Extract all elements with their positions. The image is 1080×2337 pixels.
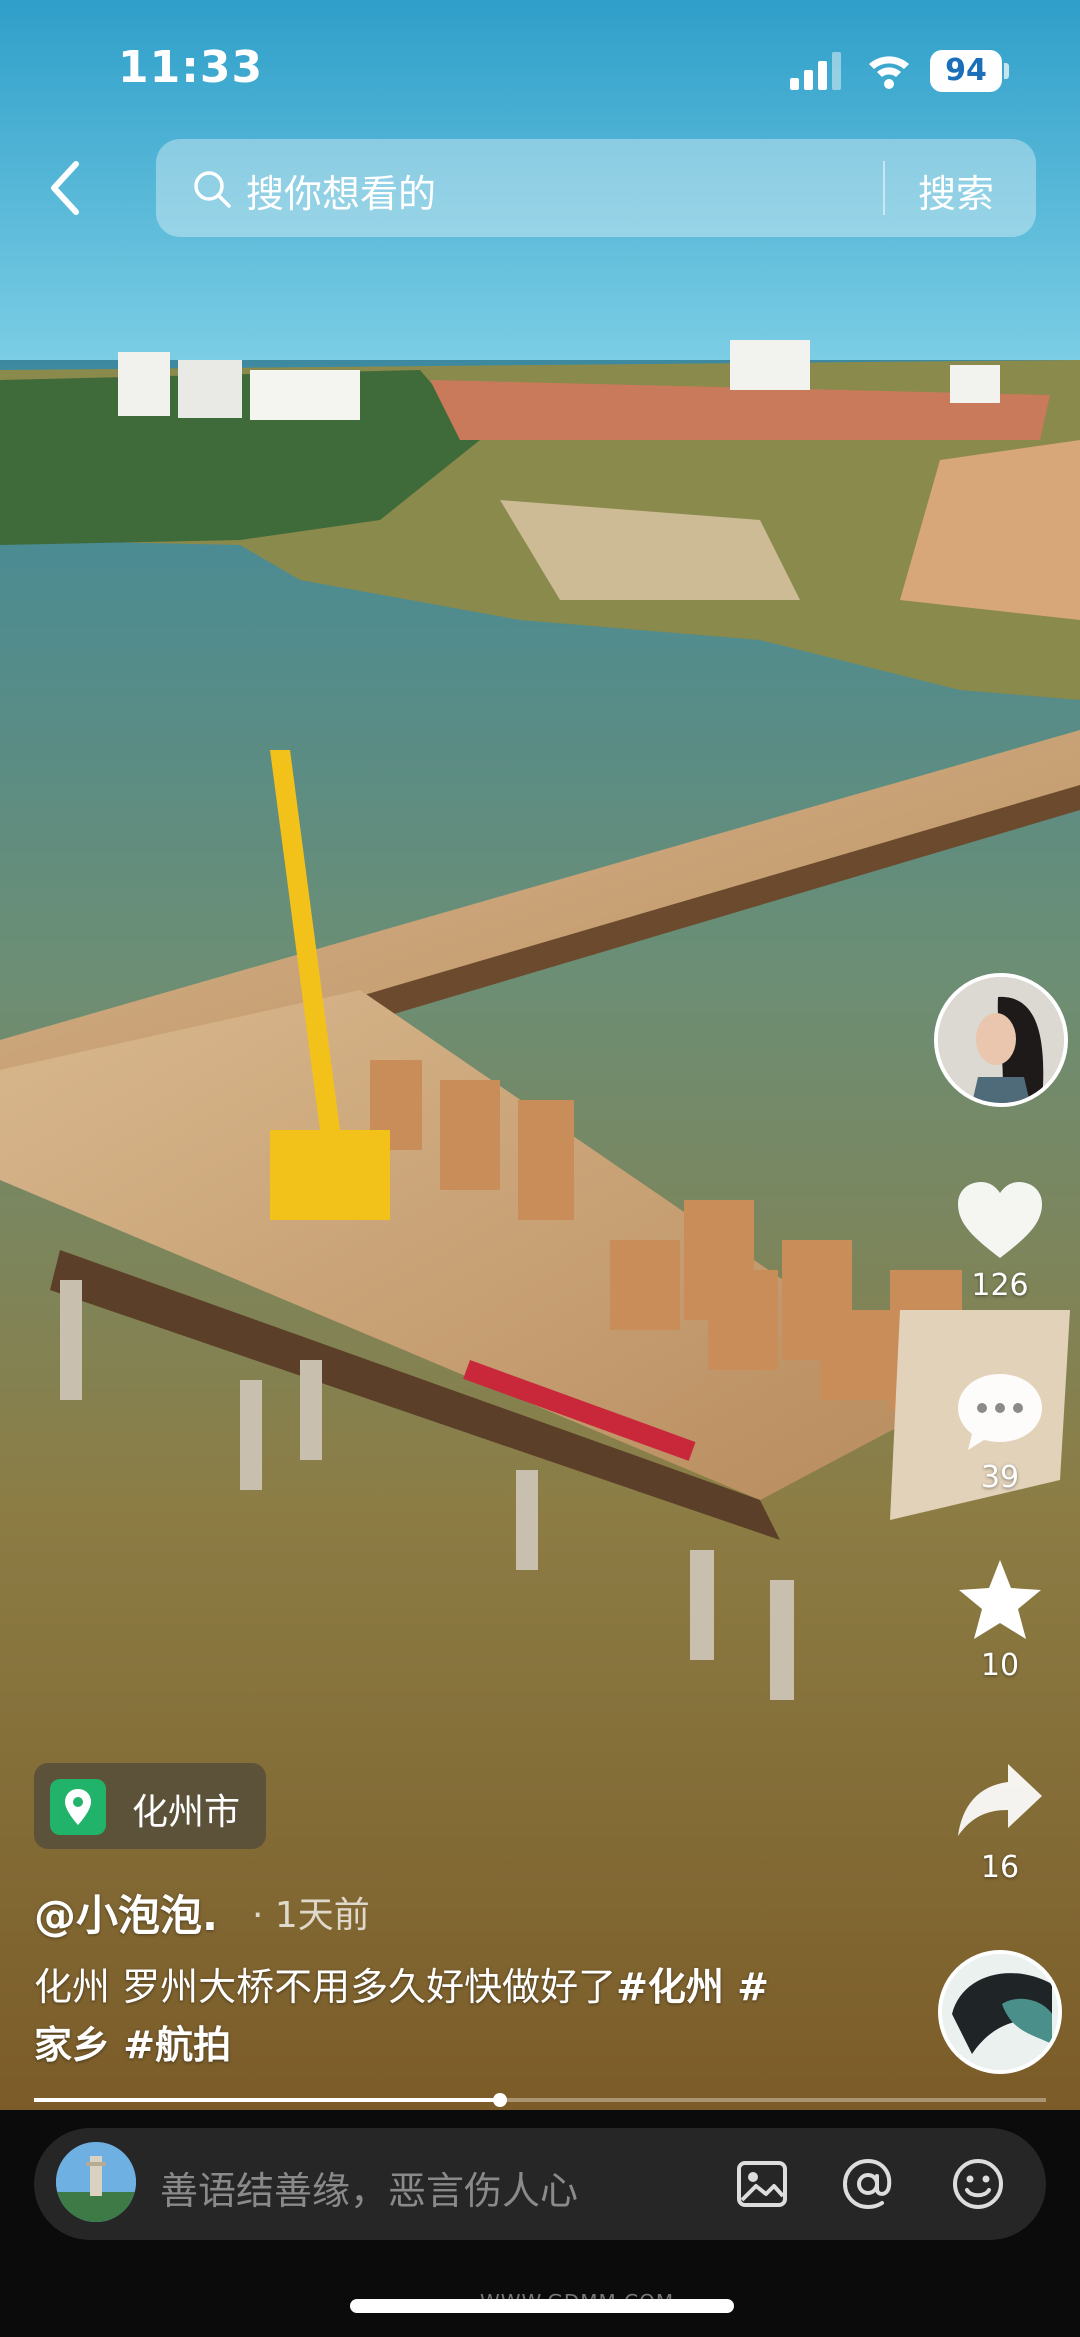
share-button[interactable]: 16 (940, 1760, 1060, 1885)
search-input[interactable]: 搜你想看的 (246, 163, 436, 218)
status-bar: 11:33 94 (0, 0, 1080, 140)
battery-tip (1004, 63, 1009, 79)
search-bar[interactable]: 搜你想看的 搜索 (156, 139, 1036, 237)
avatar-image (938, 977, 1064, 1103)
status-time: 11:33 (118, 42, 264, 93)
image-icon[interactable] (734, 2156, 790, 2212)
like-count: 126 (971, 1268, 1029, 1303)
hashtag[interactable]: #化州 # (616, 1965, 769, 2009)
favorite-button[interactable]: 10 (940, 1558, 1060, 1683)
emoji-icon[interactable] (950, 2156, 1006, 2212)
author-name[interactable]: @小泡泡. (34, 1882, 218, 1943)
location-pin-icon (50, 1779, 106, 1835)
caption-text: 化州 罗州大桥不用多久好快做好了 (34, 1965, 617, 2009)
progress-handle[interactable] (492, 2093, 507, 2107)
location-label: 化州市 (132, 1792, 241, 1833)
post-caption: 化州 罗州大桥不用多久好快做好了#化州 # 家乡 #航拍 (34, 1958, 894, 2074)
comment-count: 39 (980, 1460, 1020, 1495)
search-button[interactable]: 搜索 (918, 163, 994, 218)
search-icon (194, 171, 231, 208)
wifi-icon (869, 56, 909, 89)
favorite-count: 10 (980, 1648, 1020, 1683)
music-disc-image (942, 1954, 1058, 2070)
heart-icon (958, 1182, 1042, 1258)
at-icon[interactable] (840, 2156, 896, 2212)
like-button[interactable]: 126 (940, 1178, 1060, 1303)
hashtag[interactable]: 家乡 #航拍 (34, 2023, 231, 2067)
comment-input[interactable]: 善语结善缘，恶言伤人心 (160, 2160, 578, 2215)
video-progress-bar[interactable] (34, 2093, 1046, 2107)
post-time: · 1天前 (252, 1895, 370, 1936)
location-tag[interactable]: 化州市 (34, 1763, 266, 1849)
search-divider (883, 161, 885, 215)
back-icon[interactable] (42, 158, 90, 218)
video-screen: 11:33 94 搜你想看的 搜索 126 39 10 16 化州市 @小泡泡.… (0, 0, 1080, 2337)
user-avatar (56, 2142, 136, 2222)
share-count: 16 (980, 1850, 1020, 1885)
signal-icon (790, 52, 841, 90)
comment-input-pill[interactable]: 善语结善缘，恶言伤人心 (34, 2128, 1046, 2240)
comment-button[interactable]: 39 (940, 1370, 1060, 1495)
comment-icon (958, 1374, 1042, 1450)
battery-level: 94 (930, 50, 1002, 92)
music-disc[interactable] (938, 1950, 1062, 2074)
share-icon (958, 1764, 1042, 1836)
author-avatar[interactable] (934, 973, 1068, 1107)
star-icon (959, 1560, 1041, 1639)
progress-fill (34, 2098, 500, 2102)
home-indicator (350, 2299, 734, 2313)
